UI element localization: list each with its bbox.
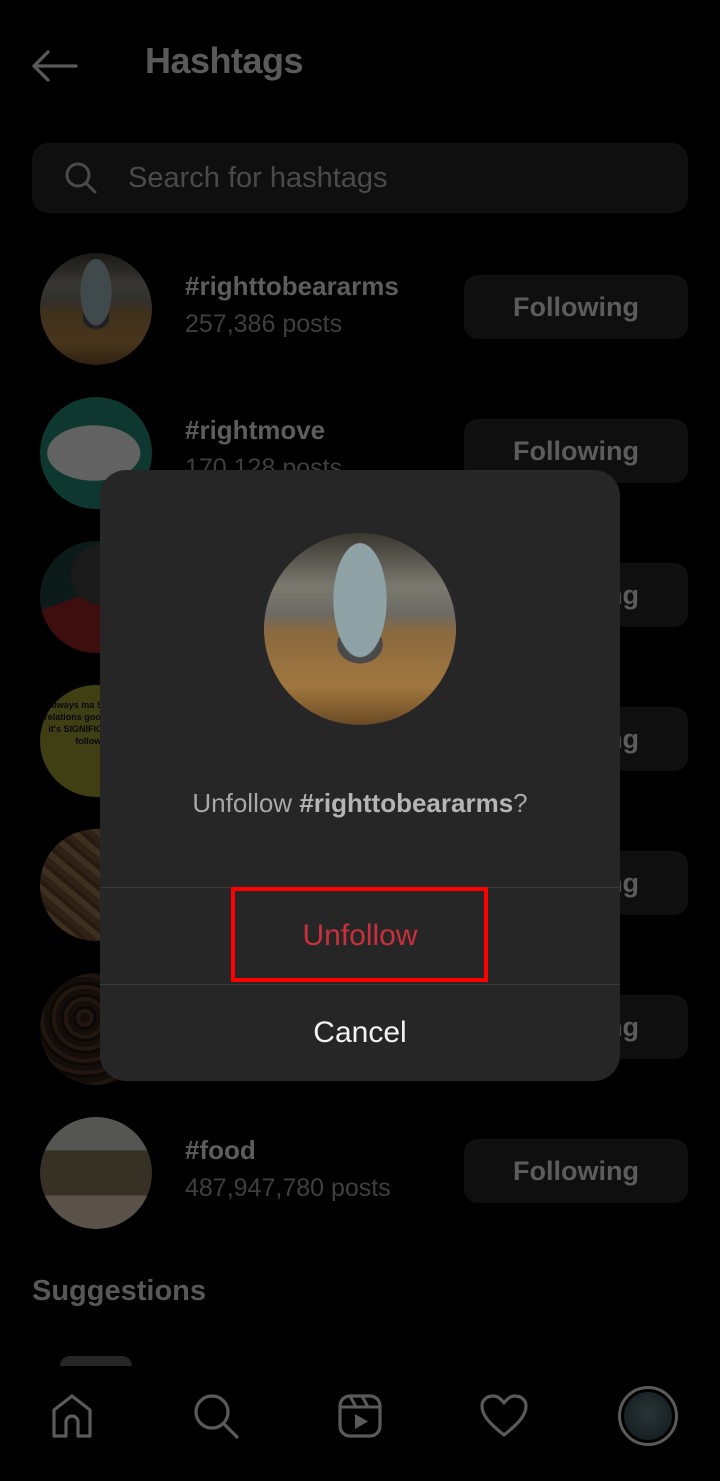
unfollow-dialog: Unfollow #righttobeararms? Unfollow Canc…	[100, 470, 620, 1081]
nav-reels[interactable]	[330, 1386, 390, 1446]
dialog-hashtag: #righttobeararms	[299, 788, 514, 818]
search-input[interactable]	[128, 161, 608, 195]
hashtag-post-count: 257,386 posts	[185, 310, 343, 338]
nav-search[interactable]	[186, 1386, 246, 1446]
bottom-nav	[0, 1366, 720, 1481]
search-icon	[194, 1394, 239, 1439]
nav-profile[interactable]	[618, 1386, 678, 1446]
cancel-button[interactable]: Cancel	[100, 985, 620, 1081]
hashtag-name: #food	[185, 1135, 256, 1165]
following-button[interactable]: Following	[464, 1139, 688, 1203]
hashtag-avatar	[40, 1117, 152, 1229]
hashtag-row[interactable]: #food 487,947,780 posts Following	[0, 1117, 720, 1229]
nav-activity[interactable]	[474, 1386, 534, 1446]
page-title: Hashtags	[145, 40, 304, 81]
dialog-message-prefix: Unfollow	[192, 788, 300, 818]
hashtag-post-count: 487,947,780 posts	[185, 1174, 391, 1202]
suggestion-avatar	[60, 1356, 132, 1366]
header: Hashtags	[0, 0, 720, 125]
dialog-hashtag-avatar	[264, 533, 456, 725]
arrow-left-icon	[32, 50, 78, 82]
suggestions-heading: Suggestions	[32, 1275, 207, 1307]
back-button[interactable]	[30, 44, 82, 88]
search-bar[interactable]	[32, 143, 688, 213]
dialog-message-suffix: ?	[513, 788, 528, 818]
following-button[interactable]: Following	[464, 275, 688, 339]
dialog-message: Unfollow #righttobeararms?	[100, 788, 620, 819]
hashtag-row[interactable]: #righttobeararms 257,386 posts Following	[0, 253, 720, 365]
hashtag-avatar	[40, 253, 152, 365]
profile-avatar	[618, 1386, 678, 1446]
hashtag-name: #righttobeararms	[185, 271, 399, 301]
unfollow-button[interactable]: Unfollow	[100, 888, 620, 984]
reels-icon	[338, 1394, 382, 1438]
heart-icon	[480, 1394, 528, 1437]
home-icon	[52, 1394, 92, 1438]
search-icon	[65, 162, 97, 194]
hashtag-name: #rightmove	[185, 415, 326, 445]
nav-home[interactable]	[42, 1386, 102, 1446]
